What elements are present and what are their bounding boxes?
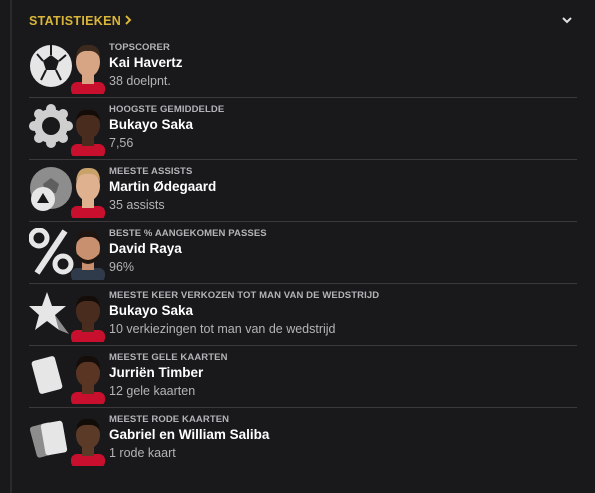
player-portrait [63,350,113,404]
stat-category: MEESTE RODE KAARTEN [109,414,230,425]
chevron-right-icon [124,14,132,28]
player-name-link[interactable]: Gabriel en William Saliba [109,426,269,444]
player-portrait [63,164,113,218]
stat-category: MEESTE ASSISTS [109,166,193,177]
player-portrait [63,226,113,280]
player-portrait [63,288,113,342]
stat-value: 10 verkiezingen tot man van de wedstrijd [109,322,336,336]
player-portrait [63,102,113,156]
player-portrait [63,412,113,466]
stat-value: 96% [109,260,135,274]
stat-category: TOPSCORER [109,42,170,53]
stat-category: HOOGSTE GEMIDDELDE [109,104,225,115]
stat-row-highest-average[interactable]: HOOGSTE GEMIDDELDE Bukayo Saka 7,56 [29,97,577,159]
statistics-panel: STATISTIEKEN TOPSCORER Kai Havertz 38 do… [0,0,595,493]
player-name-link[interactable]: Bukayo Saka [109,116,224,134]
panel-divider [10,0,12,493]
stat-value: 1 rode kaart [109,446,176,460]
player-name-link[interactable]: Kai Havertz [109,54,183,72]
statistics-header-link[interactable]: STATISTIEKEN [29,14,132,28]
stat-value: 38 doelpnt. [109,74,171,88]
player-portrait [63,40,113,94]
stat-row-man-of-the-match[interactable]: MEESTE KEER VERKOZEN TOT MAN VAN DE WEDS… [29,283,577,345]
statistics-list: TOPSCORER Kai Havertz 38 doelpnt. HOOGST… [28,36,577,469]
player-name-link[interactable]: David Raya [109,240,267,258]
stat-value: 7,56 [109,136,134,150]
player-name-link[interactable]: Bukayo Saka [109,302,379,320]
stat-category: BESTE % AANGEKOMEN PASSES [109,228,267,239]
chevron-down-icon [562,17,572,24]
stat-value: 35 assists [109,198,165,212]
collapse-button[interactable] [559,12,575,28]
player-name-link[interactable]: Martin Ødegaard [109,178,216,196]
statistics-title: STATISTIEKEN [29,14,122,28]
stat-row-red-cards[interactable]: MEESTE RODE KAARTEN Gabriel en William S… [29,407,577,469]
stat-category: MEESTE GELE KAARTEN [109,352,228,363]
stat-row-pass-completion[interactable]: BESTE % AANGEKOMEN PASSES David Raya 96% [28,221,577,283]
stat-row-topscorer[interactable]: TOPSCORER Kai Havertz 38 doelpnt. [29,36,577,97]
stat-category: MEESTE KEER VERKOZEN TOT MAN VAN DE WEDS… [109,290,380,301]
stat-row-yellow-cards[interactable]: MEESTE GELE KAARTEN Jurriën Timber 12 ge… [29,345,577,407]
player-name-link[interactable]: Jurriën Timber [109,364,228,382]
stat-value: 12 gele kaarten [109,384,196,398]
stat-row-most-assists[interactable]: MEESTE ASSISTS Martin Ødegaard 35 assist… [29,159,577,221]
